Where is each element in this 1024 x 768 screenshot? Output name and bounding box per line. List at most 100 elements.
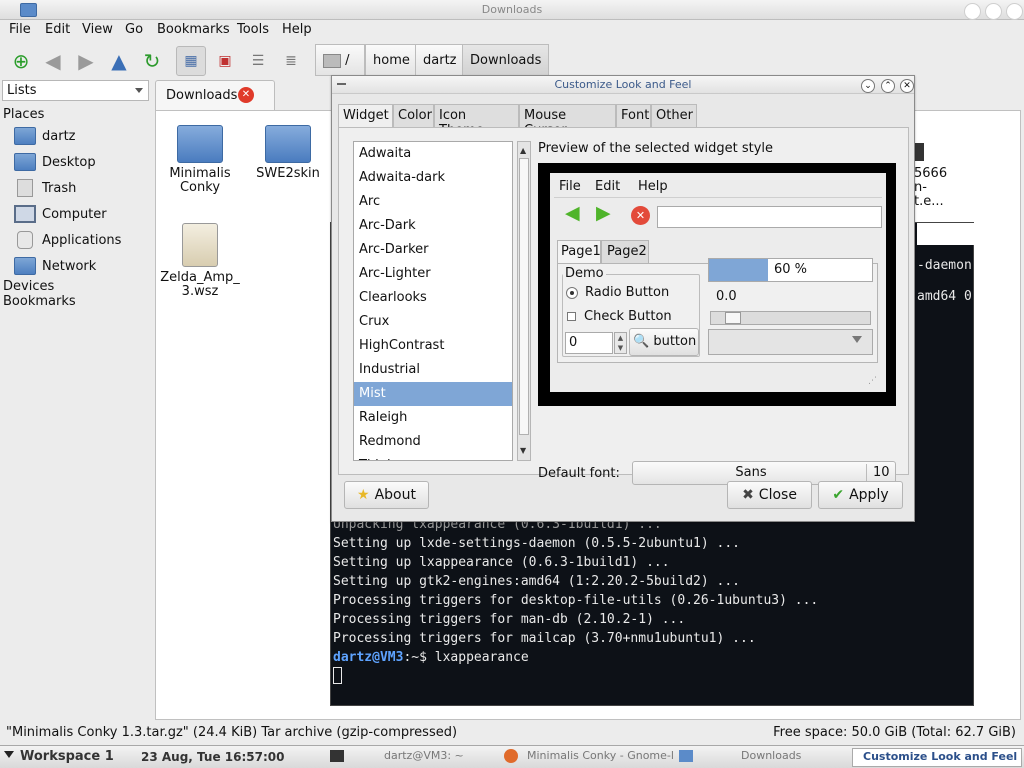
file-item[interactable]: Zelda_Amp_ 3.wsz <box>160 223 240 299</box>
file-name: Zelda_Amp_ <box>160 270 240 285</box>
theme-list-item[interactable]: Industrial <box>354 358 512 382</box>
apply-button[interactable]: ✔ Apply <box>818 481 903 509</box>
spin-button-input[interactable]: 0 <box>565 332 613 354</box>
scroll-up-icon[interactable]: ▲ <box>520 146 526 155</box>
preview-tab-page2[interactable]: Page2 <box>601 240 649 263</box>
tab-mouse-cursor[interactable]: Mouse Cursor <box>519 104 616 138</box>
preview-button[interactable]: 🔍 button <box>629 328 699 356</box>
dialog-titlebar[interactable]: Customize Look and Feel ⌄ ⌃ ✕ <box>332 76 914 94</box>
place-item-applications[interactable]: Applications <box>14 229 121 251</box>
menu-edit[interactable]: Edit <box>45 22 70 37</box>
close-icon[interactable]: ✕ <box>900 79 914 93</box>
folder-icon <box>679 750 693 762</box>
menu-help[interactable]: Help <box>282 22 312 37</box>
scale-slider[interactable] <box>725 312 741 324</box>
menu-file[interactable]: File <box>9 22 31 37</box>
side-pane-mode-select[interactable]: Lists <box>2 80 149 101</box>
tab-font[interactable]: Font <box>616 104 651 128</box>
up-icon[interactable]: ▲ <box>104 46 134 76</box>
theme-list-item[interactable]: Thinice <box>354 454 512 460</box>
task-browser[interactable]: Minimalis Conky - Gnome-l <box>504 749 674 767</box>
tab-other[interactable]: Other <box>651 104 697 128</box>
place-item-network[interactable]: Network <box>14 255 96 277</box>
scroll-thumb[interactable] <box>519 158 529 435</box>
tab-downloads[interactable]: Downloads ✕ <box>155 80 275 110</box>
theme-list-item[interactable]: Crux <box>354 310 512 334</box>
place-item-dartz[interactable]: dartz <box>14 125 75 147</box>
place-item-desktop[interactable]: Desktop <box>14 151 96 173</box>
scroll-down-icon[interactable]: ▼ <box>520 446 526 455</box>
path-dartz-button[interactable]: dartz <box>415 44 465 76</box>
place-item-computer[interactable]: Computer <box>14 203 107 225</box>
maximize-button[interactable] <box>985 3 1002 20</box>
close-tab-icon[interactable]: ✕ <box>238 87 254 103</box>
maximize-icon[interactable]: ⌃ <box>881 79 895 93</box>
preview-text-entry[interactable] <box>657 206 882 228</box>
minimize-button[interactable] <box>964 3 981 20</box>
close-button[interactable] <box>1006 3 1023 20</box>
menu-go[interactable]: Go <box>125 22 143 37</box>
file-item[interactable]: SWE2skin <box>252 125 324 181</box>
theme-list-item[interactable]: Adwaita-dark <box>354 166 512 190</box>
minimize-icon[interactable]: ⌄ <box>861 79 875 93</box>
devices-header: Devices <box>3 279 55 294</box>
file-item-partial[interactable]: 5666 n- t.e... <box>914 143 964 209</box>
place-item-trash[interactable]: Trash <box>14 177 76 199</box>
terminal-titlebar[interactable] <box>917 223 975 245</box>
thumbnail-view-icon[interactable]: ▣ <box>210 46 240 76</box>
menu-tools[interactable]: Tools <box>237 22 269 37</box>
path-root-button[interactable]: / <box>315 44 365 76</box>
theme-list[interactable]: Adwaita Adwaita-dark Arc Arc-Dark Arc-Darker… <box>353 141 513 461</box>
tab-icon-theme[interactable]: Icon Theme <box>434 104 519 138</box>
task-customize-dialog[interactable]: Customize Look and Feel <box>852 748 1022 767</box>
back-arrow-icon[interactable]: ◀ <box>565 202 580 224</box>
task-file-manager[interactable]: Downloads <box>679 749 844 767</box>
theme-list-item[interactable]: Arc-Dark <box>354 214 512 238</box>
workspace-menu-icon[interactable] <box>4 751 14 758</box>
close-dialog-button[interactable]: ✖ Close <box>727 481 812 509</box>
task-terminal[interactable]: dartz@VM3: ~ <box>330 749 495 767</box>
compact-view-icon[interactable]: ☰ <box>243 46 273 76</box>
clock[interactable]: 23 Aug, Tue 16:57:00 <box>141 750 284 764</box>
theme-list-item[interactable]: Raleigh <box>354 406 512 430</box>
reload-icon[interactable]: ↻ <box>137 46 167 76</box>
forward-icon[interactable]: ▶ <box>71 46 101 76</box>
new-tab-icon[interactable]: ⊕ <box>6 46 36 76</box>
terminal-line: Processing triggers for desktop-file-uti… <box>333 593 819 608</box>
about-button[interactable]: ★ About <box>344 481 429 509</box>
workspace-label[interactable]: Workspace 1 <box>20 749 114 764</box>
back-icon[interactable]: ◀ <box>38 46 68 76</box>
theme-list-scrollbar[interactable]: ▲ ▼ <box>517 141 531 461</box>
theme-list-item[interactable]: Arc-Lighter <box>354 262 512 286</box>
spin-arrows-icon[interactable]: ▲ ▼ <box>614 332 627 354</box>
check-button-indicator[interactable] <box>567 312 576 321</box>
theme-list-item[interactable]: Mist <box>354 382 512 406</box>
tab-color[interactable]: Color <box>393 104 434 128</box>
dialog-title: Customize Look and Feel <box>554 78 692 91</box>
file-item[interactable]: Minimalis Conky <box>164 125 236 195</box>
radio-button-indicator[interactable] <box>566 287 578 299</box>
tab-widget[interactable]: Widget <box>338 104 393 129</box>
preview-menu-edit[interactable]: Edit <box>595 179 620 194</box>
forward-arrow-icon[interactable]: ▶ <box>596 202 611 224</box>
menu-view[interactable]: View <box>82 22 113 37</box>
resize-grip-icon[interactable]: ⋰ <box>868 376 877 386</box>
icon-view-icon[interactable]: ▦ <box>176 46 206 76</box>
preview-menu-help[interactable]: Help <box>638 179 668 194</box>
preview-menu-file[interactable]: File <box>559 179 581 194</box>
menu-bookmarks[interactable]: Bookmarks <box>157 22 230 37</box>
theme-list-item[interactable]: Arc <box>354 190 512 214</box>
theme-list-item[interactable]: Adwaita <box>354 142 512 166</box>
path-home-button[interactable]: home <box>365 44 418 76</box>
preview-combo[interactable] <box>708 329 873 355</box>
scale-trough[interactable] <box>710 311 871 325</box>
stop-icon[interactable]: ✕ <box>631 206 650 225</box>
path-downloads-button[interactable]: Downloads <box>462 44 550 76</box>
theme-list-item[interactable]: Redmond <box>354 430 512 454</box>
theme-list-item[interactable]: Clearlooks <box>354 286 512 310</box>
theme-list-item[interactable]: HighContrast <box>354 334 512 358</box>
detailed-view-icon[interactable]: ≣ <box>276 46 306 76</box>
preview-tab-page1[interactable]: Page1 <box>557 240 601 264</box>
theme-list-item[interactable]: Arc-Darker <box>354 238 512 262</box>
file-manager-titlebar[interactable]: Downloads <box>0 0 1024 20</box>
